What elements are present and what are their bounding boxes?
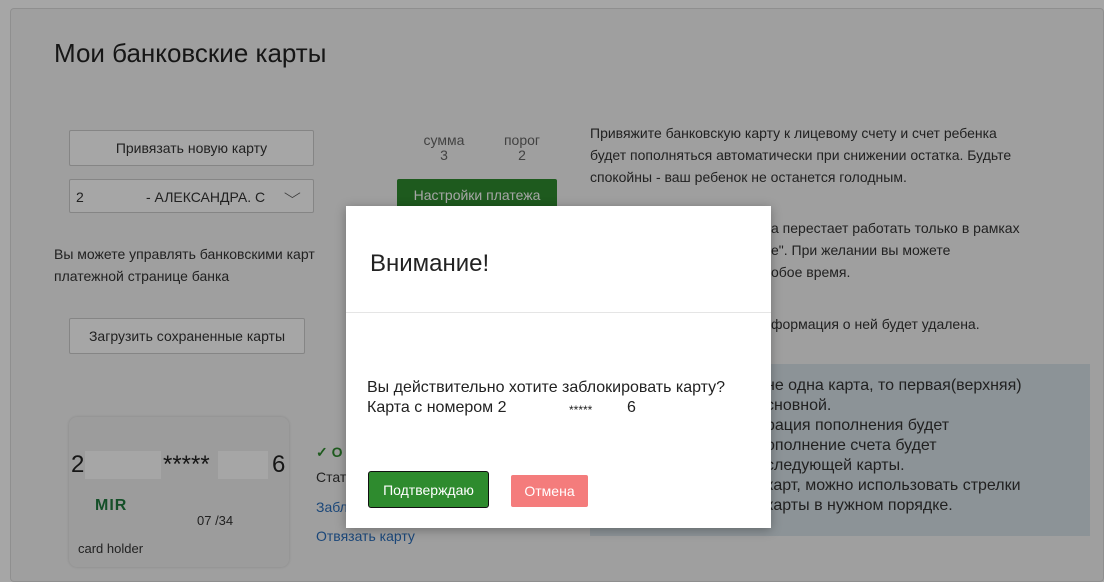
- modal-card-number-stars: *****: [569, 403, 593, 417]
- modal-question: Вы действительно хотите заблокировать ка…: [367, 379, 726, 396]
- modal-card-number-prefix: Карта с номером 2: [367, 399, 507, 416]
- modal-divider: [346, 312, 771, 313]
- modal-body: Вы действительно хотите заблокировать ка…: [367, 378, 725, 418]
- confirm-block-dialog: Внимание! Вы действительно хотите заблок…: [346, 206, 771, 528]
- cancel-button[interactable]: Отмена: [511, 475, 588, 507]
- confirm-button[interactable]: Подтверждаю: [368, 471, 489, 508]
- redaction-mask: [507, 398, 569, 418]
- redaction-mask: [603, 398, 625, 418]
- modal-card-number: Карта с номером 2 ***** 6: [367, 398, 725, 418]
- modal-card-number-suffix: 6: [627, 399, 636, 416]
- modal-title: Внимание!: [370, 250, 490, 277]
